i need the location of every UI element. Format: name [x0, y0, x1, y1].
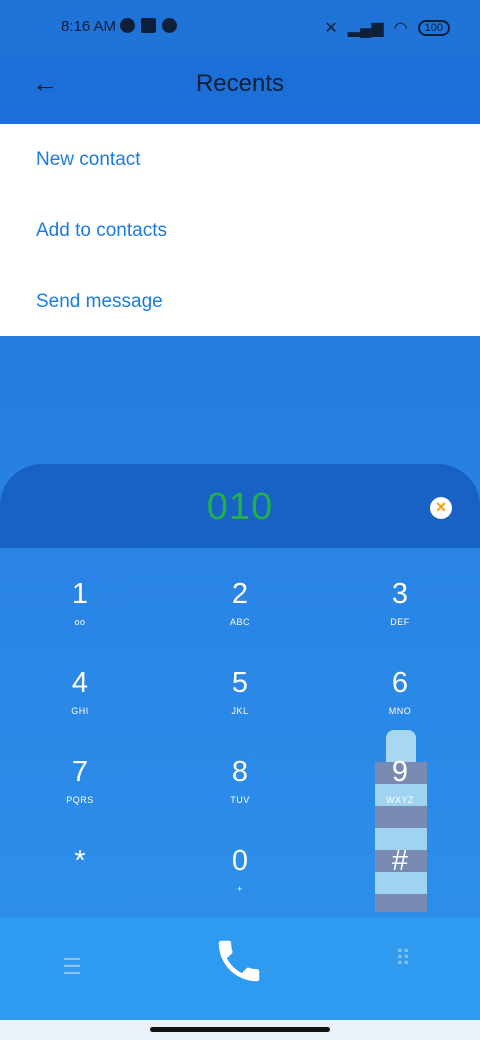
- key-6[interactable]: 6 MNO: [320, 649, 480, 738]
- key-digit: 3: [391, 578, 409, 610]
- menu-icon[interactable]: ☰: [62, 954, 82, 980]
- key-1[interactable]: 1 oo: [0, 560, 160, 649]
- dialed-number: 010: [206, 486, 274, 528]
- key-letters: TUV: [230, 795, 250, 805]
- key-letters: WXYZ: [386, 795, 414, 805]
- menu-item-new-contact[interactable]: New contact: [0, 124, 480, 195]
- notification-icons: [120, 18, 177, 33]
- key-digit: 6: [391, 667, 409, 699]
- keypad: 1 oo 2 ABC 3 DEF 4 GHI 5 JKL 6 MNO 7 PQR…: [0, 560, 480, 920]
- dialpad-icon[interactable]: ⠿: [395, 946, 411, 972]
- key-hash[interactable]: #: [320, 827, 480, 916]
- key-digit: 9: [391, 756, 409, 788]
- menu-item-add-to-contacts[interactable]: Add to contacts: [0, 195, 480, 266]
- key-digit: 7: [71, 756, 89, 788]
- key-3[interactable]: 3 DEF: [320, 560, 480, 649]
- key-2[interactable]: 2 ABC: [160, 560, 320, 649]
- vibrate-icon: ✕: [324, 20, 338, 37]
- key-letters: MNO: [388, 706, 412, 716]
- voicemail-icon: oo: [74, 617, 86, 627]
- key-letters: GHI: [71, 706, 89, 716]
- key-8[interactable]: 8 TUV: [160, 738, 320, 827]
- key-letters: DEF: [390, 617, 410, 627]
- status-bar: 8:16 AM ✕ ▂▄▆ ◠ 100: [0, 0, 480, 56]
- key-letters: +: [237, 884, 243, 894]
- notification-icon: [162, 18, 177, 33]
- key-star[interactable]: *: [0, 827, 160, 916]
- top-bar: ← Recents: [0, 56, 480, 124]
- key-letters: PQRS: [66, 795, 94, 805]
- number-actions-menu: New contact Add to contacts Send message: [0, 124, 480, 336]
- notification-icon: [141, 18, 156, 33]
- battery-icon: 100: [417, 20, 450, 36]
- key-0[interactable]: 0 +: [160, 827, 320, 916]
- key-4[interactable]: 4 GHI: [0, 649, 160, 738]
- bottom-action-bar: ☰ ⠿: [0, 918, 480, 1020]
- notification-icon: [120, 18, 135, 33]
- key-letters: JKL: [231, 706, 249, 716]
- signal-icon: ▂▄▆: [347, 20, 384, 37]
- key-digit: 0: [231, 845, 249, 877]
- key-digit: *: [74, 845, 86, 877]
- menu-item-send-message[interactable]: Send message: [0, 266, 480, 337]
- key-digit: 4: [71, 667, 89, 699]
- key-letters: ABC: [229, 617, 250, 627]
- page-title: Recents: [195, 70, 285, 97]
- key-digit: 5: [231, 667, 249, 699]
- key-5[interactable]: 5 JKL: [160, 649, 320, 738]
- key-digit: 2: [231, 578, 249, 610]
- key-digit: #: [391, 845, 409, 877]
- system-icons: ✕ ▂▄▆ ◠ 100: [324, 18, 450, 38]
- dial-display: 010: [0, 464, 480, 548]
- dialer-screen: 8:16 AM ✕ ▂▄▆ ◠ 100 ← Recents New contac…: [0, 0, 480, 1040]
- wifi-icon: ◠: [393, 20, 408, 37]
- clear-icon[interactable]: [430, 497, 452, 519]
- key-digit: 1: [71, 578, 89, 610]
- status-time: 8:16 AM: [61, 18, 117, 35]
- key-7[interactable]: 7 PQRS: [0, 738, 160, 827]
- home-indicator[interactable]: [0, 1020, 480, 1040]
- key-digit: 8: [231, 756, 249, 788]
- key-9[interactable]: 9 WXYZ: [320, 738, 480, 827]
- call-button[interactable]: [212, 934, 266, 988]
